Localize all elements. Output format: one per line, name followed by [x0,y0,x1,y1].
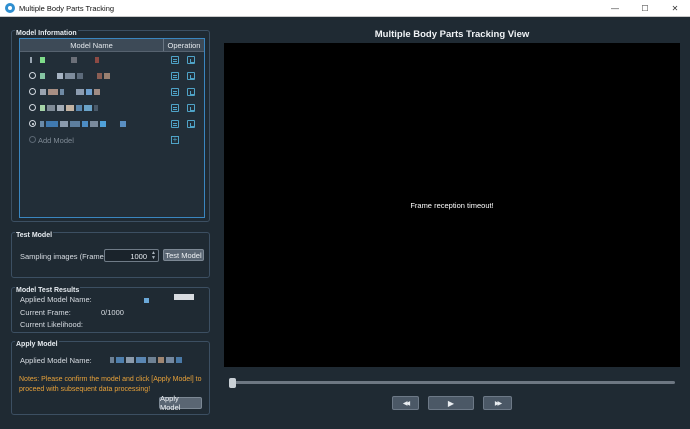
model-radio[interactable] [29,88,36,95]
delete-model-icon[interactable] [187,120,195,128]
minimize-button[interactable]: — [600,0,630,17]
apply-model-button[interactable]: Apply Model [159,394,202,412]
apply-model-title: Apply Model [15,341,59,348]
fast-forward-button[interactable]: ▶▶ [483,396,512,410]
edit-model-icon[interactable] [171,56,179,64]
window-title: Multiple Body Parts Tracking [19,3,115,13]
delete-model-icon[interactable] [187,72,195,80]
fast-forward-icon: ▶▶ [494,400,502,407]
redacted-model-name [40,73,110,79]
model-table-header: Model Name Operation [20,39,204,52]
redacted-model-name [40,89,100,95]
window-titlebar: Multiple Body Parts Tracking — ☐ ✕ [0,0,690,17]
edit-model-icon[interactable] [171,120,179,128]
model-test-results-title: Model Test Results [15,287,81,294]
model-radio-checked[interactable] [29,120,36,127]
model-row[interactable] [20,101,204,115]
rewind-icon: ◀◀ [402,400,410,407]
model-row-selected[interactable] [20,117,204,131]
delete-model-icon[interactable] [187,104,195,112]
edit-model-icon[interactable] [171,104,179,112]
redacted-model-name [40,121,126,127]
edit-model-icon[interactable] [171,88,179,96]
model-radio[interactable] [29,104,36,111]
rewind-button[interactable]: ◀◀ [392,396,419,410]
tracking-view-title: Multiple Body Parts Tracking View [374,29,530,40]
apply-notes: Notes: Please confirm the model and clic… [19,376,202,393]
playback-slider-track[interactable] [232,381,675,384]
play-button[interactable]: ▶ [428,396,474,410]
chevron-down-icon[interactable]: ▼ [151,256,156,261]
edit-model-icon[interactable] [171,72,179,80]
model-information-title: Model Information [15,30,78,37]
add-model-radio [29,136,36,143]
frame-timeout-message: Frame reception timeout! [410,201,494,210]
video-display: Frame reception timeout! [224,43,680,367]
add-model-icon[interactable]: + [171,136,179,144]
close-button[interactable]: ✕ [660,0,690,17]
play-icon: ▶ [447,398,455,408]
delete-model-icon[interactable] [187,56,195,64]
model-row[interactable] [20,69,204,83]
current-frame-value: 0/1000 [101,308,124,317]
redacted-mark [144,298,149,303]
model-radio[interactable] [29,72,36,79]
test-model-button[interactable]: Test Model [163,249,204,261]
redacted-model-name [30,57,99,63]
sampling-label: Sampling images (Frames) [20,252,111,261]
test-model-title: Test Model [15,232,54,239]
column-model-name[interactable]: Model Name [20,39,164,51]
sampling-frames-stepper[interactable]: 1000 ▲ ▼ [104,249,159,262]
redacted-applied-model [174,294,194,300]
column-operation[interactable]: Operation [164,39,204,51]
current-frame-label: Current Frame: [20,308,71,317]
redacted-model-name [40,105,98,111]
add-model-row[interactable]: Add Model + [20,133,204,147]
model-row[interactable] [20,53,204,67]
playback-slider-handle[interactable] [229,378,236,388]
apply-applied-model-label: Applied Model Name: [20,356,92,365]
add-model-label: Add Model [38,136,74,145]
current-likelihood-label: Current Likelihood: [20,320,83,329]
app-icon [5,3,15,13]
model-table: Model Name Operation Add Model + [19,38,205,218]
model-row[interactable] [20,85,204,99]
sampling-frames-value[interactable]: 1000 [130,252,147,261]
delete-model-icon[interactable] [187,88,195,96]
test-applied-model-label: Applied Model Name: [20,295,92,304]
redacted-apply-model [110,357,182,363]
maximize-button[interactable]: ☐ [630,0,660,17]
stepper-arrows[interactable]: ▲ ▼ [150,251,157,261]
